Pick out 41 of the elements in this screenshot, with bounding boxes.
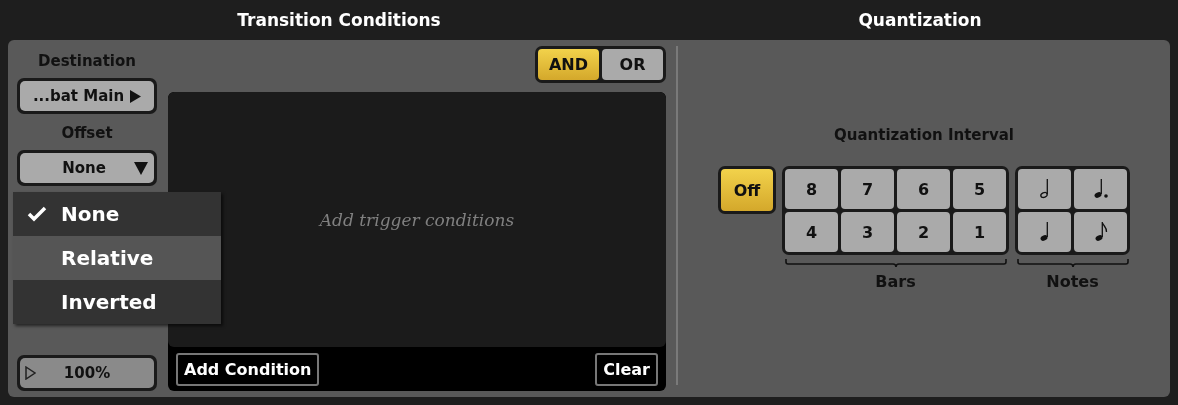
interval-label: Quantization Interval: [834, 126, 1014, 144]
off-button[interactable]: Off: [721, 169, 773, 211]
logic-toggle[interactable]: OR: [602, 49, 663, 80]
bar-button[interactable]: 6: [897, 169, 950, 209]
section-title: Transition Conditions: [237, 10, 441, 30]
bar-button[interactable]: 2: [897, 212, 950, 252]
destination-label: Destination: [38, 52, 136, 70]
amount-field[interactable]: 100%: [17, 355, 157, 391]
bars-label: Bars: [875, 272, 916, 291]
bar-button[interactable]: 4: [785, 212, 838, 252]
note-button[interactable]: [1074, 169, 1127, 209]
bracket-icon: [1016, 259, 1129, 268]
eighth-note-icon: [1093, 221, 1108, 243]
dotted-quarter-note-icon: [1092, 178, 1109, 200]
bar-button[interactable]: 7: [841, 169, 894, 209]
dropdown-caret-icon: [134, 161, 148, 175]
bar-button[interactable]: 8: [785, 169, 838, 209]
notes-label: Notes: [1046, 272, 1099, 291]
menu-item[interactable]: None: [13, 192, 221, 236]
note-button[interactable]: [1018, 169, 1071, 209]
half-note-icon: [1038, 178, 1051, 200]
quarter-note-icon: [1038, 221, 1051, 243]
bar-button[interactable]: 3: [841, 212, 894, 252]
menu-item[interactable]: Inverted: [13, 280, 221, 324]
bracket-icon: [784, 259, 1007, 268]
menu-item[interactable]: Relative: [13, 236, 221, 280]
note-button[interactable]: [1018, 212, 1071, 252]
offset-label: Offset: [61, 124, 113, 142]
play-icon: [25, 366, 36, 380]
empty-message: Add trigger conditions: [319, 209, 515, 230]
clear-button[interactable]: Clear: [595, 352, 658, 386]
offset-dropdown[interactable]: None: [20, 153, 154, 183]
logic-toggle[interactable]: AND: [538, 49, 599, 80]
destination-button[interactable]: ...bat Main: [20, 81, 154, 111]
play-icon: [130, 89, 142, 103]
add-condition-button[interactable]: Add Condition: [176, 352, 320, 386]
section-title: Quantization: [858, 10, 982, 30]
bar-button[interactable]: 5: [953, 169, 1006, 209]
note-button[interactable]: [1074, 212, 1127, 252]
bar-button[interactable]: 1: [953, 212, 1006, 252]
check-icon: [27, 206, 47, 222]
